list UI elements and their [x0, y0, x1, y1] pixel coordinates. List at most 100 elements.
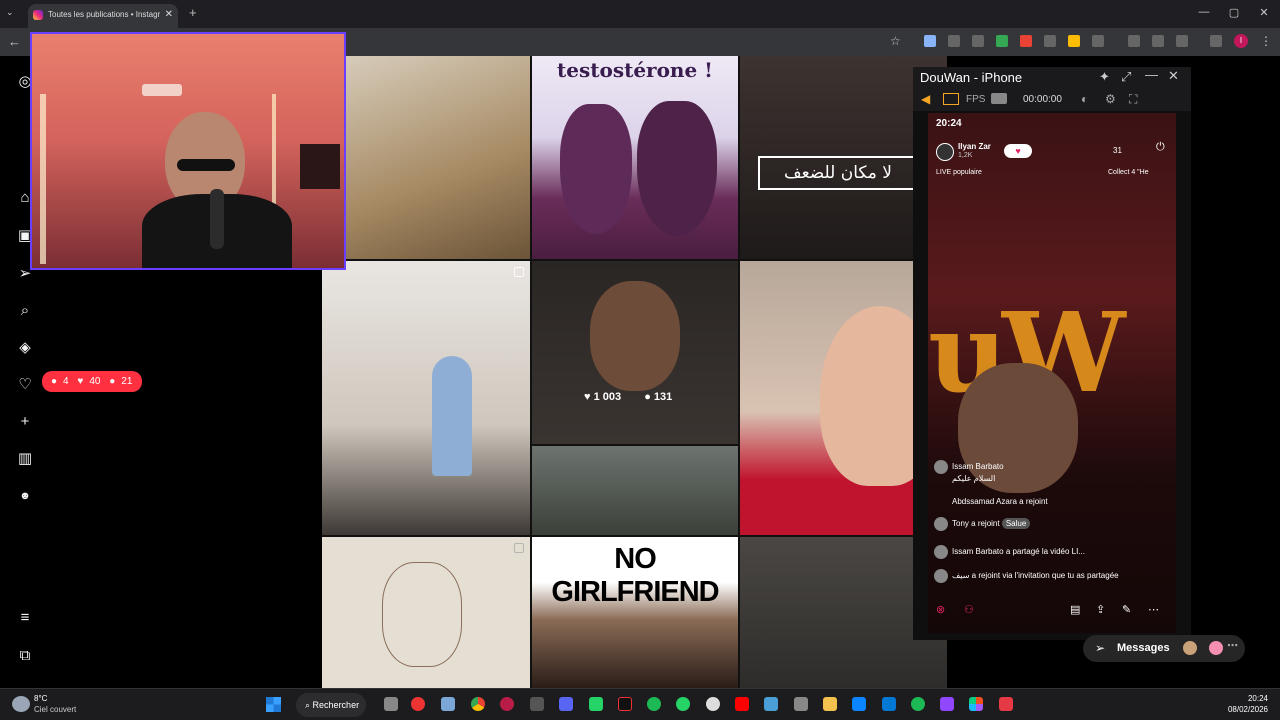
- weather-temp[interactable]: 8°C: [34, 694, 47, 703]
- lamp-light: [40, 94, 46, 264]
- history-icon[interactable]: [1176, 35, 1188, 47]
- create-plus-icon[interactable]: +: [15, 412, 35, 432]
- more-menu-icon[interactable]: ⋮: [1260, 34, 1272, 48]
- app-icon[interactable]: [411, 697, 425, 711]
- rotate-icon[interactable]: ◐: [1081, 92, 1088, 106]
- streamer-followers: 1,2K: [958, 152, 973, 159]
- explore-icon[interactable]: ◈: [15, 338, 35, 358]
- app-icon[interactable]: [764, 697, 778, 711]
- messages-button[interactable]: ➢ Messages ⋯: [1083, 635, 1245, 662]
- reading-list-icon[interactable]: [1210, 35, 1222, 47]
- post-tile[interactable]: ♥ 1 003 ● 131: [532, 261, 738, 444]
- comment-icon[interactable]: ▤: [1070, 603, 1080, 616]
- effects-icon[interactable]: ✎: [1122, 603, 1131, 616]
- post-tile[interactable]: [322, 56, 530, 259]
- guests-icon[interactable]: ⚇: [964, 603, 974, 616]
- settings-icon[interactable]: ⚙: [1105, 92, 1116, 106]
- app-icon[interactable]: [999, 697, 1013, 711]
- extension-icon[interactable]: [1020, 35, 1032, 47]
- extensions-puzzle-icon[interactable]: [1092, 35, 1104, 47]
- streamer-avatar[interactable]: [936, 143, 954, 161]
- chrome-icon[interactable]: [471, 697, 485, 711]
- tab-close-icon[interactable]: ✕: [165, 9, 173, 20]
- discord-icon[interactable]: [559, 697, 573, 711]
- post-tile[interactable]: NO GIRLFRIEND: [532, 537, 738, 688]
- post-tile[interactable]: [322, 261, 530, 535]
- file-explorer-icon[interactable]: [823, 697, 837, 711]
- minimize-button[interactable]: —: [1194, 6, 1214, 18]
- live-popular-badge[interactable]: LIVE populaire: [936, 169, 982, 176]
- also-from-meta-icon[interactable]: ⧉: [15, 646, 35, 666]
- close-icon[interactable]: ✕: [1168, 68, 1179, 84]
- maximize-button[interactable]: ▢: [1224, 6, 1244, 19]
- app-icon[interactable]: [940, 697, 954, 711]
- post-caption: لا مكان للضعف: [758, 156, 918, 190]
- whatsapp-icon[interactable]: [676, 697, 690, 711]
- share-icon[interactable]: ⊗: [936, 603, 945, 616]
- new-tab-button[interactable]: +: [189, 5, 197, 20]
- extension-icon[interactable]: [996, 35, 1008, 47]
- app-icon[interactable]: [852, 697, 866, 711]
- profile-avatar-icon[interactable]: ☻: [15, 486, 35, 506]
- weather-icon[interactable]: [12, 696, 30, 712]
- extension-icon[interactable]: [1044, 35, 1056, 47]
- bookmark-star-icon[interactable]: ☆: [890, 34, 901, 48]
- post-tile[interactable]: [532, 446, 738, 535]
- collect-badge[interactable]: Collect 4 "He: [1108, 169, 1149, 176]
- app-icon[interactable]: [647, 697, 661, 711]
- screen-icon[interactable]: [943, 93, 959, 105]
- youtube-icon[interactable]: [735, 697, 749, 711]
- fullscreen-icon[interactable]: ⤢: [1121, 69, 1131, 85]
- taskbar-search[interactable]: ⌕ Rechercher: [296, 693, 366, 717]
- app-icon[interactable]: [500, 697, 514, 711]
- calculator-icon[interactable]: [794, 697, 808, 711]
- comment-text: a rejoint: [1019, 497, 1048, 506]
- spotify-icon[interactable]: [911, 697, 925, 711]
- tab-list-icon[interactable]: ⌄: [6, 7, 14, 18]
- notifications-heart-icon[interactable]: ♡: [15, 375, 35, 395]
- extension-icon[interactable]: [972, 35, 984, 47]
- volume-icon[interactable]: ◀: [921, 92, 930, 106]
- follow-heart-button[interactable]: ♥: [1004, 144, 1032, 158]
- tab-instagram[interactable]: Toutes les publications • Instagr ✕: [28, 4, 178, 28]
- live-comment: Issam Barbato a partagé la vidéo LI...: [934, 545, 1085, 559]
- taskbar-date[interactable]: 08/02/2026: [1222, 705, 1268, 714]
- extension-icon[interactable]: [1068, 35, 1080, 47]
- tiktok-icon[interactable]: [618, 697, 632, 711]
- streamer-name[interactable]: Ilyan Zar: [958, 142, 991, 151]
- more-menu-icon[interactable]: ≡: [15, 608, 35, 628]
- app-icon[interactable]: [882, 697, 896, 711]
- start-icon[interactable]: [266, 697, 281, 712]
- extension-icon[interactable]: [924, 35, 936, 47]
- salue-button[interactable]: Salue: [1001, 518, 1031, 530]
- app-icon[interactable]: [530, 697, 544, 711]
- post-tile[interactable]: testostérone !: [532, 56, 738, 259]
- passwords-key-icon[interactable]: [1152, 35, 1164, 47]
- settings-icon[interactable]: [441, 697, 455, 711]
- task-view-icon[interactable]: [384, 697, 398, 711]
- power-icon[interactable]: ⏻: [1156, 141, 1165, 154]
- extension-icon[interactable]: [948, 35, 960, 47]
- minimize-icon[interactable]: —: [1145, 67, 1158, 82]
- dashboard-icon[interactable]: ▥: [15, 449, 35, 469]
- pin-icon[interactable]: ✦: [1099, 69, 1110, 85]
- downloads-icon[interactable]: [1128, 35, 1140, 47]
- more-icon: ⋯: [1227, 640, 1238, 652]
- record-icon[interactable]: [991, 93, 1007, 104]
- post-tile[interactable]: [322, 537, 530, 688]
- profile-avatar[interactable]: I: [1234, 34, 1248, 48]
- app-icon[interactable]: [706, 697, 720, 711]
- comment-text: a partagé la vidéo LI...: [1005, 547, 1085, 557]
- share-arrow-icon[interactable]: ⇪: [1096, 603, 1105, 616]
- taskbar-time[interactable]: 20:24: [1246, 694, 1268, 703]
- notifications-badge[interactable]: ● 4 ♥ 40 ● 21: [42, 371, 142, 392]
- back-button[interactable]: ←: [8, 34, 21, 49]
- weather-description[interactable]: Ciel couvert: [34, 705, 76, 714]
- app-icon[interactable]: [589, 697, 603, 711]
- close-window-button[interactable]: ✕: [1254, 6, 1274, 19]
- search-icon[interactable]: ⌕: [15, 301, 35, 321]
- app-icon[interactable]: [969, 697, 983, 711]
- fullscreen-icon[interactable]: ⛶: [1129, 92, 1137, 107]
- fps-label[interactable]: FPS: [966, 94, 985, 105]
- more-icon[interactable]: ⋯: [1148, 603, 1159, 616]
